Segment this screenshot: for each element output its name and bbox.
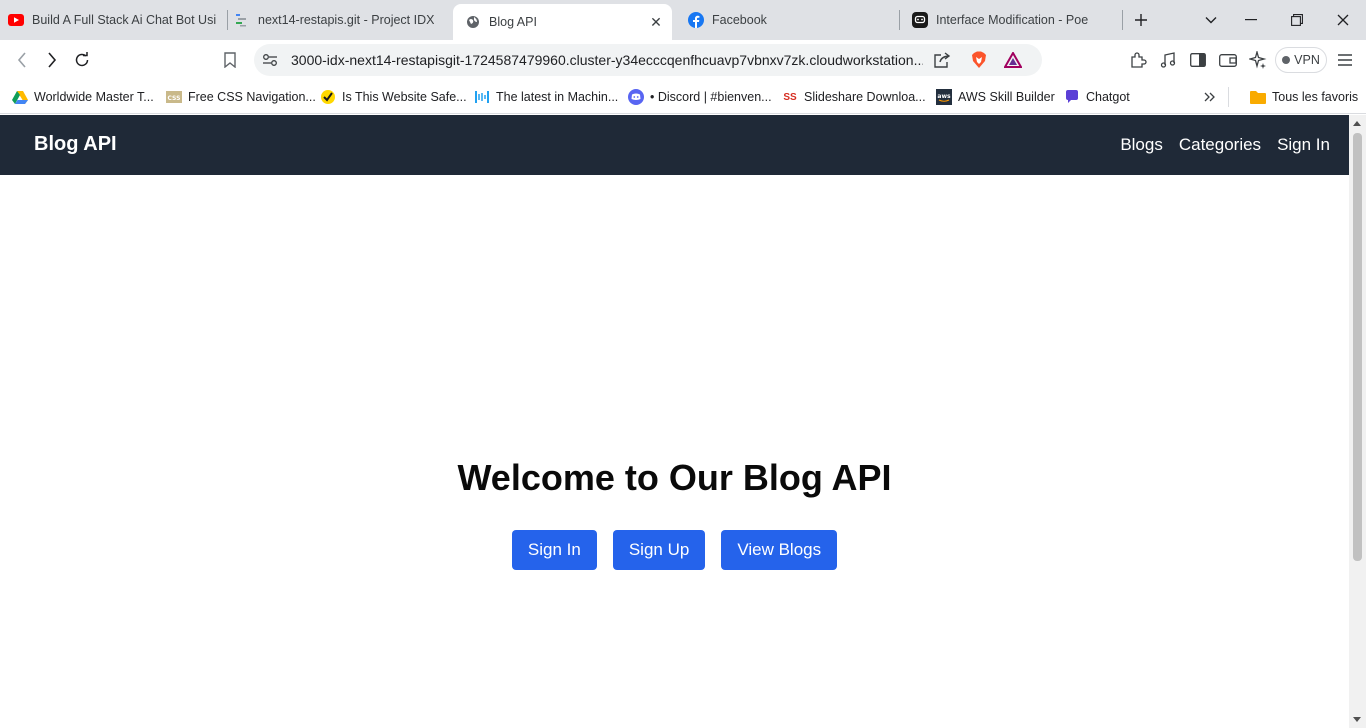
bookmark-label: Free CSS Navigation... — [188, 90, 316, 104]
bookmark-label: The latest in Machin... — [496, 90, 619, 104]
papers-icon — [474, 89, 490, 105]
bookmark-chatgot[interactable]: Chatgot — [1064, 87, 1130, 107]
vpn-button[interactable]: VPN — [1275, 47, 1327, 73]
more-bookmarks-icon[interactable] — [1204, 87, 1216, 107]
site-settings-icon[interactable] — [260, 50, 280, 70]
tab-separator — [1122, 10, 1123, 30]
view-blogs-button[interactable]: View Blogs — [721, 530, 838, 570]
page-scrollbar[interactable] — [1349, 115, 1366, 728]
hero-buttons: Sign In Sign Up View Blogs — [0, 530, 1349, 570]
browser-toolbar: 3000-idx-next14-restapisgit-172458747996… — [0, 40, 1366, 80]
media-icon[interactable] — [1158, 50, 1178, 70]
svg-text:aws: aws — [937, 93, 951, 100]
extensions-icon[interactable] — [1128, 50, 1148, 70]
site-nav-links: Blogs Categories Sign In — [1120, 135, 1330, 155]
tab-strip: Build A Full Stack Ai Chat Bot Usi next1… — [0, 0, 1366, 40]
restore-icon[interactable] — [1283, 6, 1311, 34]
site-brand[interactable]: Blog API — [34, 133, 117, 156]
vpn-status-dot — [1282, 56, 1291, 64]
bookmark-aws-skill-builder[interactable]: aws AWS Skill Builder — [936, 87, 1055, 107]
tab-poe[interactable]: Interface Modification - Poe — [912, 4, 1116, 36]
sign-in-button[interactable]: Sign In — [511, 530, 597, 570]
bookmark-label: AWS Skill Builder — [958, 90, 1055, 104]
css-icon: CSS — [166, 89, 182, 105]
back-icon[interactable] — [8, 46, 36, 74]
folder-icon — [1250, 89, 1266, 105]
bookmark-worldwide-master[interactable]: Worldwide Master T... — [12, 87, 154, 107]
scroll-up-arrow-icon[interactable] — [1353, 121, 1361, 126]
all-bookmarks-folder[interactable]: Tous les favoris — [1250, 87, 1358, 107]
tab-title: next14-restapis.git - Project IDX — [258, 13, 435, 27]
brave-rewards-icon[interactable] — [1003, 50, 1023, 70]
brave-shield-icon[interactable] — [969, 50, 989, 70]
tab-title: Interface Modification - Poe — [936, 13, 1089, 27]
new-tab-icon[interactable] — [1127, 6, 1155, 34]
menu-icon[interactable] — [1335, 50, 1355, 70]
reload-icon[interactable] — [68, 46, 96, 74]
bookmark-icon[interactable] — [216, 46, 244, 74]
tab-facebook[interactable]: Facebook — [688, 4, 892, 36]
aws-icon: aws — [936, 89, 952, 105]
discord-icon — [628, 89, 644, 105]
web-page: Blog API Blogs Categories Sign In Welcom… — [0, 115, 1349, 728]
nav-categories-link[interactable]: Categories — [1179, 135, 1261, 155]
bookmarks-divider — [1228, 87, 1229, 107]
site-navbar: Blog API Blogs Categories Sign In — [0, 115, 1349, 175]
nav-sign-in-link[interactable]: Sign In — [1277, 135, 1330, 155]
bookmark-slideshare[interactable]: SS Slideshare Downloa... — [782, 87, 926, 107]
tab-separator — [227, 10, 228, 30]
facebook-icon — [688, 12, 704, 28]
vpn-label: VPN — [1294, 53, 1320, 67]
bookmark-website-safe[interactable]: Is This Website Safe... — [320, 87, 467, 107]
tab-title: Build A Full Stack Ai Chat Bot Usi — [32, 13, 217, 27]
bookmark-label: Worldwide Master T... — [34, 90, 154, 104]
leo-ai-icon[interactable] — [1248, 50, 1268, 70]
tab-separator — [899, 10, 900, 30]
tab-title: Blog API — [489, 15, 537, 29]
address-bar[interactable]: 3000-idx-next14-restapisgit-172458747996… — [254, 44, 1042, 76]
url-text: 3000-idx-next14-restapisgit-172458747996… — [291, 52, 923, 68]
youtube-icon — [8, 12, 24, 28]
close-window-icon[interactable] — [1329, 6, 1357, 34]
bookmark-label: Tous les favoris — [1272, 90, 1359, 104]
tab-project-idx[interactable]: next14-restapis.git - Project IDX — [234, 4, 446, 36]
hero-title: Welcome to Our Blog API — [457, 457, 892, 498]
scroll-down-arrow-icon[interactable] — [1353, 717, 1361, 722]
tab-blog-api[interactable]: Blog API ✕ — [453, 4, 672, 40]
scrollbar-thumb[interactable] — [1353, 133, 1362, 561]
sign-up-button[interactable]: Sign Up — [612, 530, 706, 570]
share-icon[interactable] — [932, 50, 952, 70]
slideshare-icon: SS — [783, 91, 797, 103]
chatgot-icon — [1064, 89, 1080, 105]
minimize-icon[interactable] — [1237, 6, 1265, 34]
svg-text:CSS: CSS — [168, 95, 181, 102]
globe-icon — [465, 14, 481, 30]
bookmark-label: • Discord | #bienven... — [650, 90, 772, 104]
nav-blogs-link[interactable]: Blogs — [1120, 135, 1163, 155]
bookmarks-bar: Worldwide Master T... CSS Free CSS Navig… — [0, 80, 1366, 114]
tab-title: Facebook — [712, 13, 767, 27]
bookmark-free-css[interactable]: CSS Free CSS Navigation... — [166, 87, 316, 107]
norton-check-icon — [320, 89, 336, 105]
bookmark-label: Slideshare Downloa... — [804, 90, 926, 104]
google-drive-icon — [12, 89, 28, 105]
close-tab-icon[interactable]: ✕ — [648, 14, 664, 30]
bookmark-label: Is This Website Safe... — [342, 90, 467, 104]
sidebar-icon[interactable] — [1188, 50, 1208, 70]
tab-search-chevron-icon[interactable] — [1197, 6, 1225, 34]
bookmark-discord[interactable]: • Discord | #bienven... — [628, 87, 772, 107]
tab-youtube[interactable]: Build A Full Stack Ai Chat Bot Usi — [8, 4, 220, 36]
bookmark-label: Chatgot — [1086, 90, 1130, 104]
idx-icon — [234, 12, 250, 28]
bookmark-machine-learning[interactable]: The latest in Machin... — [474, 87, 618, 107]
wallet-icon[interactable] — [1218, 50, 1238, 70]
forward-icon[interactable] — [38, 46, 66, 74]
poe-icon — [912, 12, 928, 28]
